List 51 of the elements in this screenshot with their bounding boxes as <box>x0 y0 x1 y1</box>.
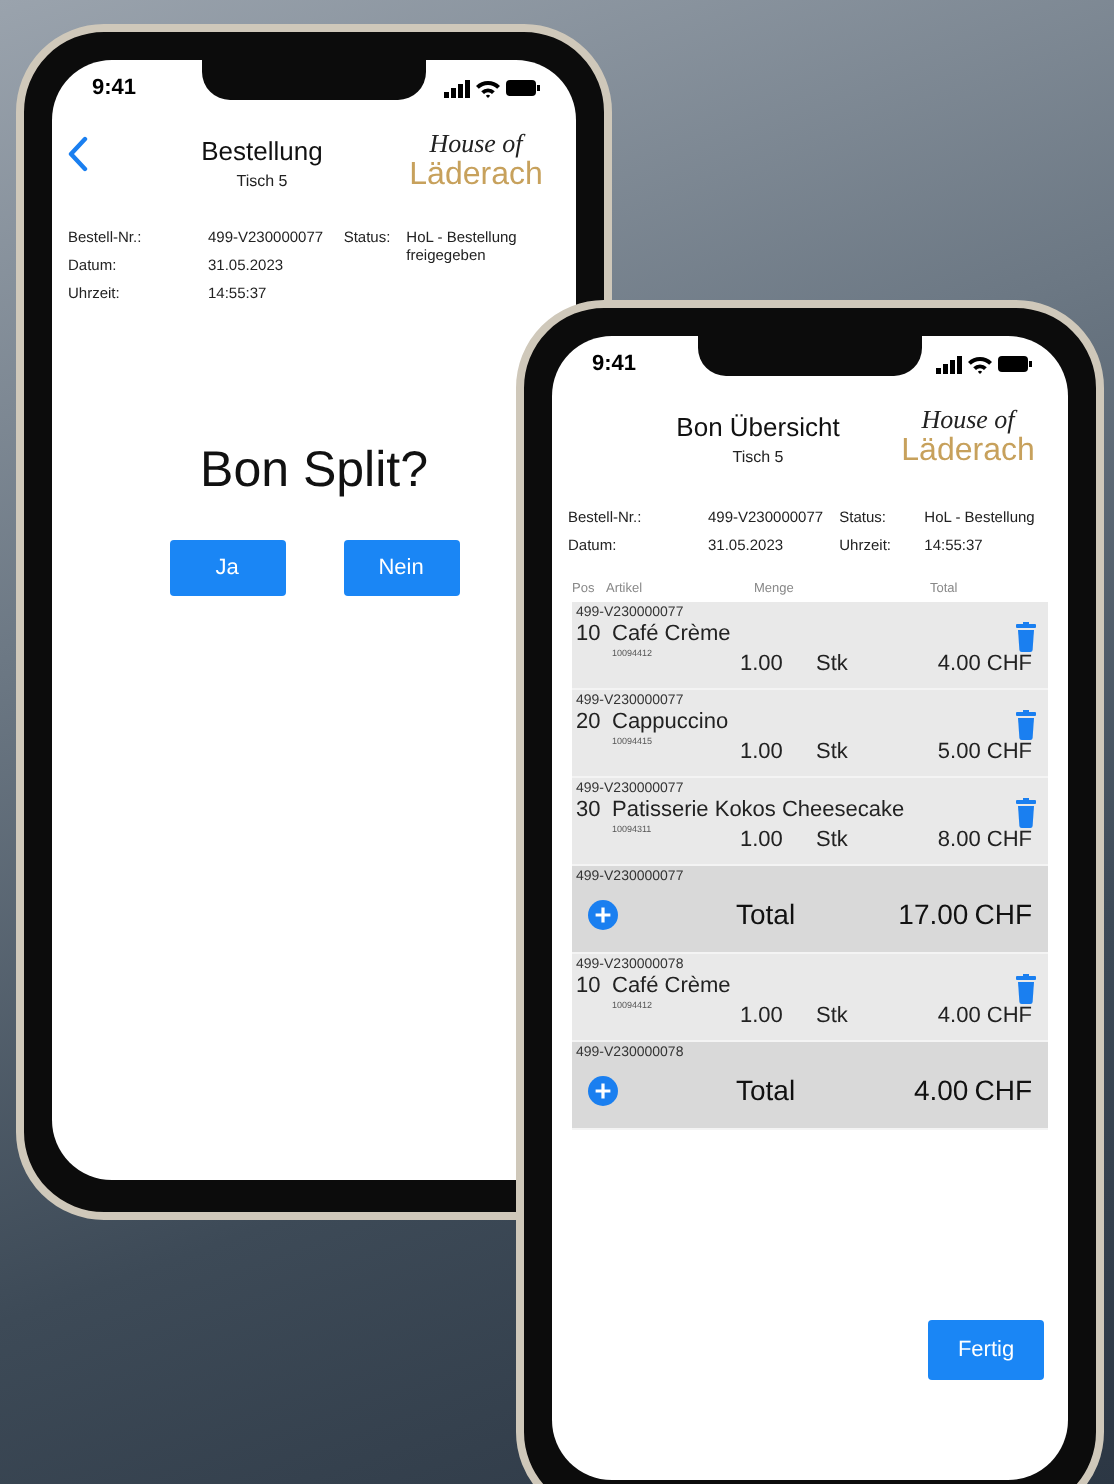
wifi-icon <box>476 79 500 97</box>
unit: Stk <box>816 740 850 764</box>
trash-icon[interactable] <box>1016 798 1036 828</box>
line-total: 4.00 CHF <box>935 652 1034 676</box>
brand-logo: House of Läderach <box>407 128 545 194</box>
currency: CHF <box>974 898 1034 930</box>
unit: Stk <box>816 1004 850 1028</box>
position-number: 20 <box>576 710 603 734</box>
total-amount: 4.00 <box>911 1074 969 1106</box>
screen-subtitle: Tisch 5 <box>732 448 784 466</box>
status-time: 9:41 <box>592 352 637 376</box>
trash-icon[interactable] <box>1016 974 1036 1004</box>
screen-subtitle: Tisch 5 <box>236 172 288 190</box>
answer-button[interactable]: Ja <box>169 540 285 596</box>
unit: Stk <box>816 652 850 676</box>
line-total: 5.00 CHF <box>935 740 1034 764</box>
quantity: 1.00 <box>740 740 785 764</box>
battery-icon <box>506 80 540 96</box>
status-time: 9:41 <box>92 76 137 100</box>
answer-button[interactable]: Nein <box>343 540 459 596</box>
total-label: Total <box>736 1074 798 1106</box>
total-amount: 17.00 <box>896 898 969 930</box>
screen-title: Bestellung <box>201 136 323 166</box>
line-total: 8.00 CHF <box>935 828 1034 852</box>
position-number: 10 <box>576 974 603 998</box>
quantity: 1.00 <box>740 652 785 676</box>
signal-icon <box>936 355 962 373</box>
position-number: 30 <box>576 798 603 822</box>
screen-title: Bon Übersicht <box>676 412 840 442</box>
question-text: Bon Split? <box>198 442 430 500</box>
quantity: 1.00 <box>740 1004 785 1028</box>
trash-icon[interactable] <box>1016 622 1036 652</box>
article-name: Cappuccino <box>612 710 731 734</box>
line-total: 4.00 CHF <box>935 1004 1034 1028</box>
article-name: Patisserie Kokos Cheesecake <box>612 798 907 822</box>
quantity: 1.00 <box>740 828 785 852</box>
back-icon[interactable] <box>68 136 88 172</box>
add-icon[interactable] <box>588 899 618 929</box>
position-number: 10 <box>576 622 603 646</box>
wifi-icon <box>968 355 992 373</box>
total-label: Total <box>736 898 798 930</box>
done-button[interactable]: Fertig <box>928 1320 1044 1380</box>
article-name: Café Crème <box>612 622 733 646</box>
article-name: Café Crème <box>612 974 733 998</box>
signal-icon <box>444 79 470 97</box>
battery-icon <box>998 356 1032 372</box>
add-icon[interactable] <box>588 1075 618 1105</box>
brand-logo: House of Läderach <box>899 404 1037 470</box>
trash-icon[interactable] <box>1016 710 1036 740</box>
unit: Stk <box>816 828 850 852</box>
currency: CHF <box>974 1074 1034 1106</box>
